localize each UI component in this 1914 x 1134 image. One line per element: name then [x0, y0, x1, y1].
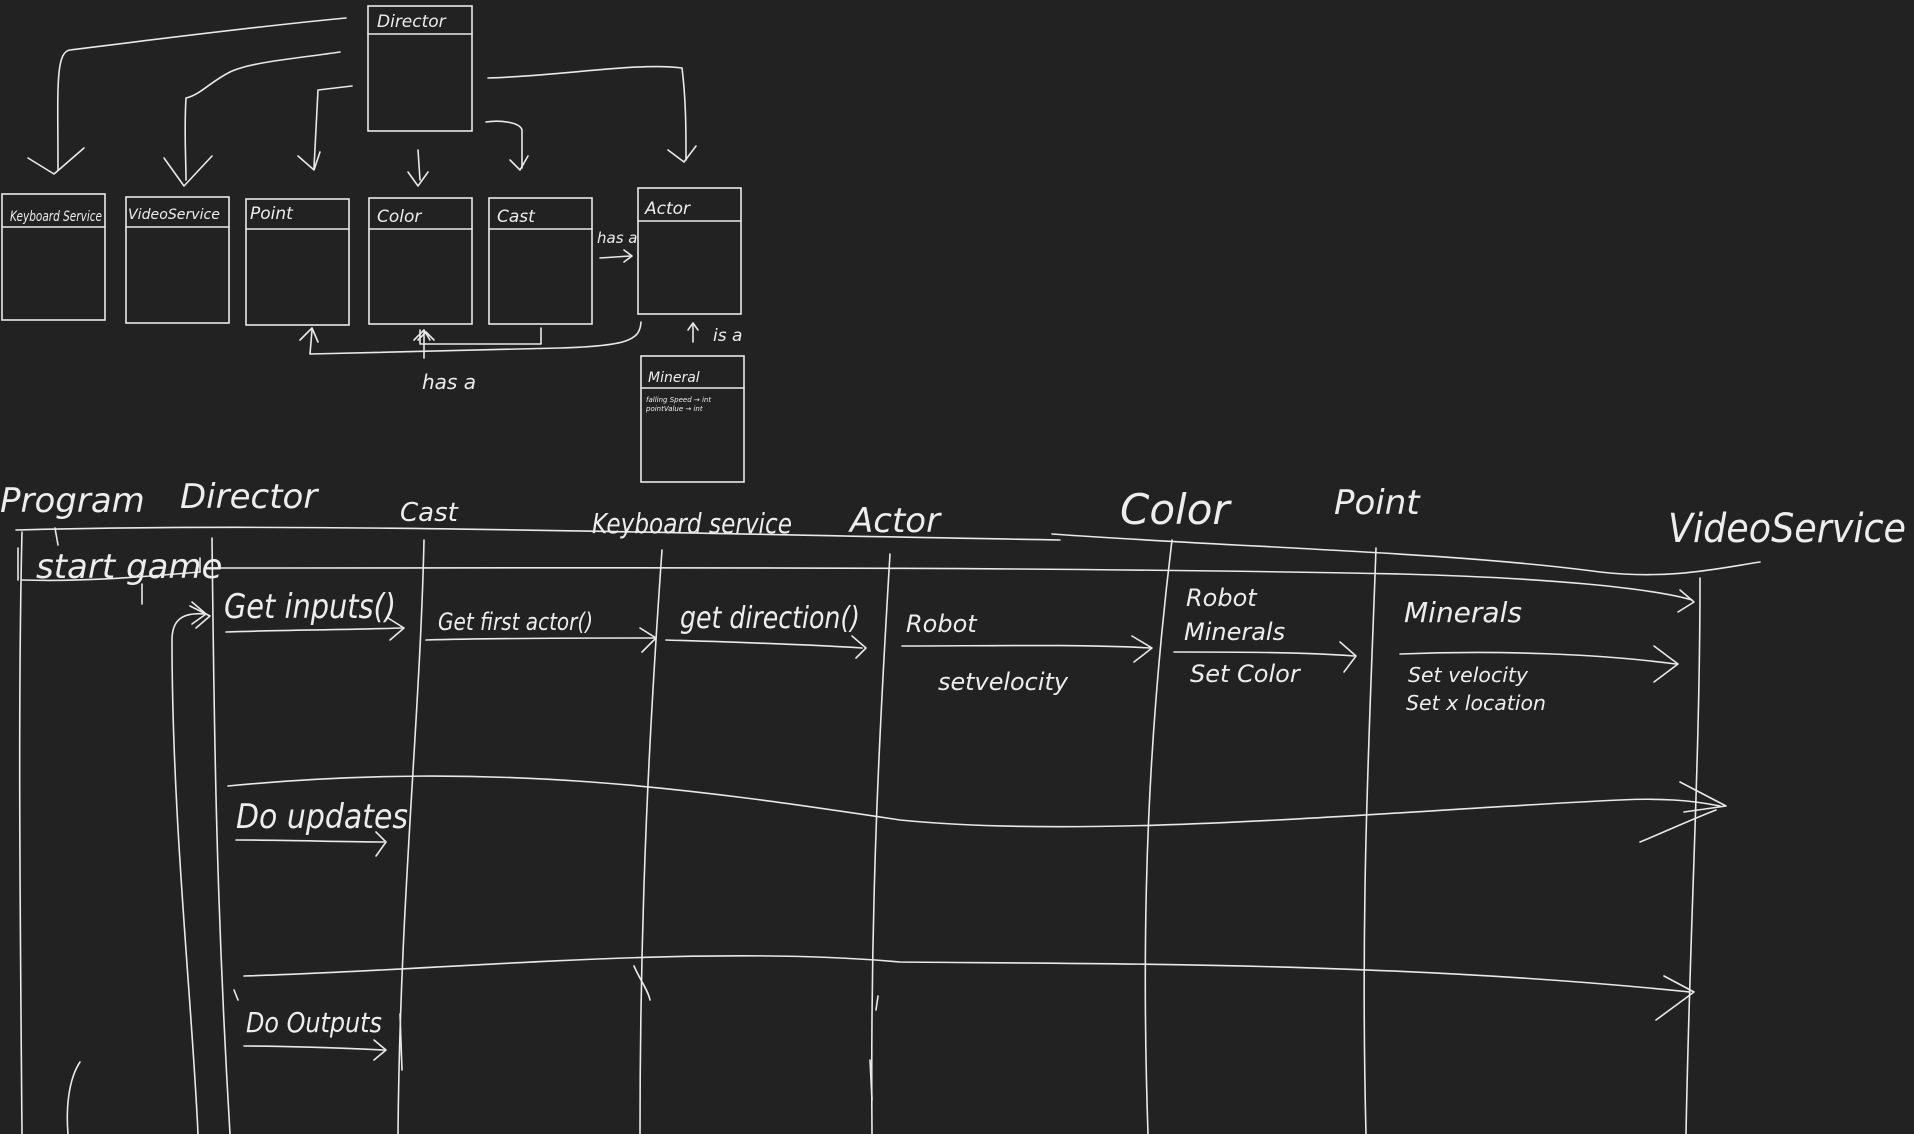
- cast-class-title: Cast: [497, 207, 536, 227]
- whiteboard-canvas: Director Keyboard Service VideoService P…: [0, 0, 1914, 1134]
- color-class-box: Color: [368, 197, 473, 325]
- robot-minerals-arrow: [1173, 651, 1355, 657]
- has-a-bottom-connections: [299, 321, 642, 359]
- lifeline-line-video: [1685, 577, 1701, 1134]
- sequence-diagram: Program Director Cast Keyboard service A…: [0, 477, 1906, 1134]
- mineral-class-title: Mineral: [648, 370, 700, 386]
- message-robot: Robot: [906, 610, 978, 638]
- keyboard-service-class-box: Keyboard Service: [1, 193, 106, 321]
- message-minerals-2: Minerals: [1184, 618, 1285, 646]
- message-set-color: Set Color: [1190, 660, 1302, 688]
- lifeline-video-service: VideoService: [1668, 506, 1906, 552]
- video-service-class-title: VideoService: [128, 207, 220, 223]
- message-minerals-3: Minerals: [1404, 596, 1522, 629]
- mineral-attribute-1: falling Speed → int: [646, 396, 711, 404]
- do-updates-underline: [235, 839, 385, 843]
- relation-has-a-bottom: has a: [422, 370, 476, 394]
- get-direction-arrow: [665, 639, 863, 649]
- director-class-title: Director: [377, 12, 447, 32]
- lifeline-line-color: [1144, 539, 1173, 1134]
- message-get-direction: get direction(): [680, 601, 860, 636]
- lifeline-point: Point: [1334, 483, 1421, 523]
- relation-has-a-cast-actor: has a: [597, 229, 637, 247]
- cast-class-box: Cast: [488, 197, 593, 325]
- director-arrows: [27, 17, 697, 187]
- diagram-svg: Director Keyboard Service VideoService P…: [0, 5, 1906, 1134]
- message-set-x-location: Set x location: [1406, 691, 1546, 715]
- message-set-velocity: setvelocity: [938, 668, 1069, 696]
- relation-is-a: is a: [713, 326, 742, 346]
- message-do-outputs: Do Outputs: [246, 1006, 382, 1039]
- lifeline-color: Color: [1120, 485, 1232, 534]
- lifeline-line-director: [211, 537, 231, 1134]
- director-class-box: Director: [367, 5, 473, 132]
- do-outputs-line: [243, 954, 1691, 993]
- do-updates-line: [227, 775, 1721, 828]
- has-a-arrow: [599, 255, 631, 259]
- lifeline-actor: Actor: [848, 501, 942, 541]
- class-diagram: Director Keyboard Service VideoService P…: [1, 5, 745, 483]
- point-class-box: Point: [245, 198, 350, 326]
- lifeline-program: Program: [0, 481, 145, 521]
- lifeline-director: Director: [180, 477, 319, 517]
- header-rule-right: [1051, 533, 1761, 576]
- message-get-first-actor: Get first actor(): [438, 608, 593, 636]
- message-robot-2: Robot: [1186, 584, 1258, 612]
- point-class-title: Point: [250, 204, 294, 224]
- actor-class-box: Actor: [637, 187, 742, 315]
- lifeline-line-program: [18, 531, 23, 1134]
- message-set-velocity-2: Set velocity: [1408, 663, 1529, 687]
- get-inputs-arrow: [225, 627, 403, 633]
- lifeline-cast: Cast: [400, 498, 459, 528]
- video-service-class-box: VideoService: [125, 196, 230, 324]
- keyboard-service-class-title: Keyboard Service: [10, 209, 102, 225]
- do-outputs-underline: [243, 1045, 385, 1051]
- robot-arrow: [901, 644, 1151, 649]
- actor-class-title: Actor: [644, 199, 691, 219]
- lifeline-line-point: [1363, 547, 1377, 1134]
- mineral-class-box: Mineral falling Speed → int pointValue →…: [640, 355, 745, 483]
- get-first-actor-arrow: [425, 637, 655, 641]
- message-get-inputs: Get inputs(): [224, 587, 396, 627]
- mineral-attribute-2: pointValue → int: [645, 405, 703, 413]
- loop-arrow: [171, 612, 207, 1134]
- lifeline-line-actor: [870, 553, 891, 1134]
- message-do-updates: Do updates: [236, 797, 408, 837]
- color-class-title: Color: [377, 207, 422, 227]
